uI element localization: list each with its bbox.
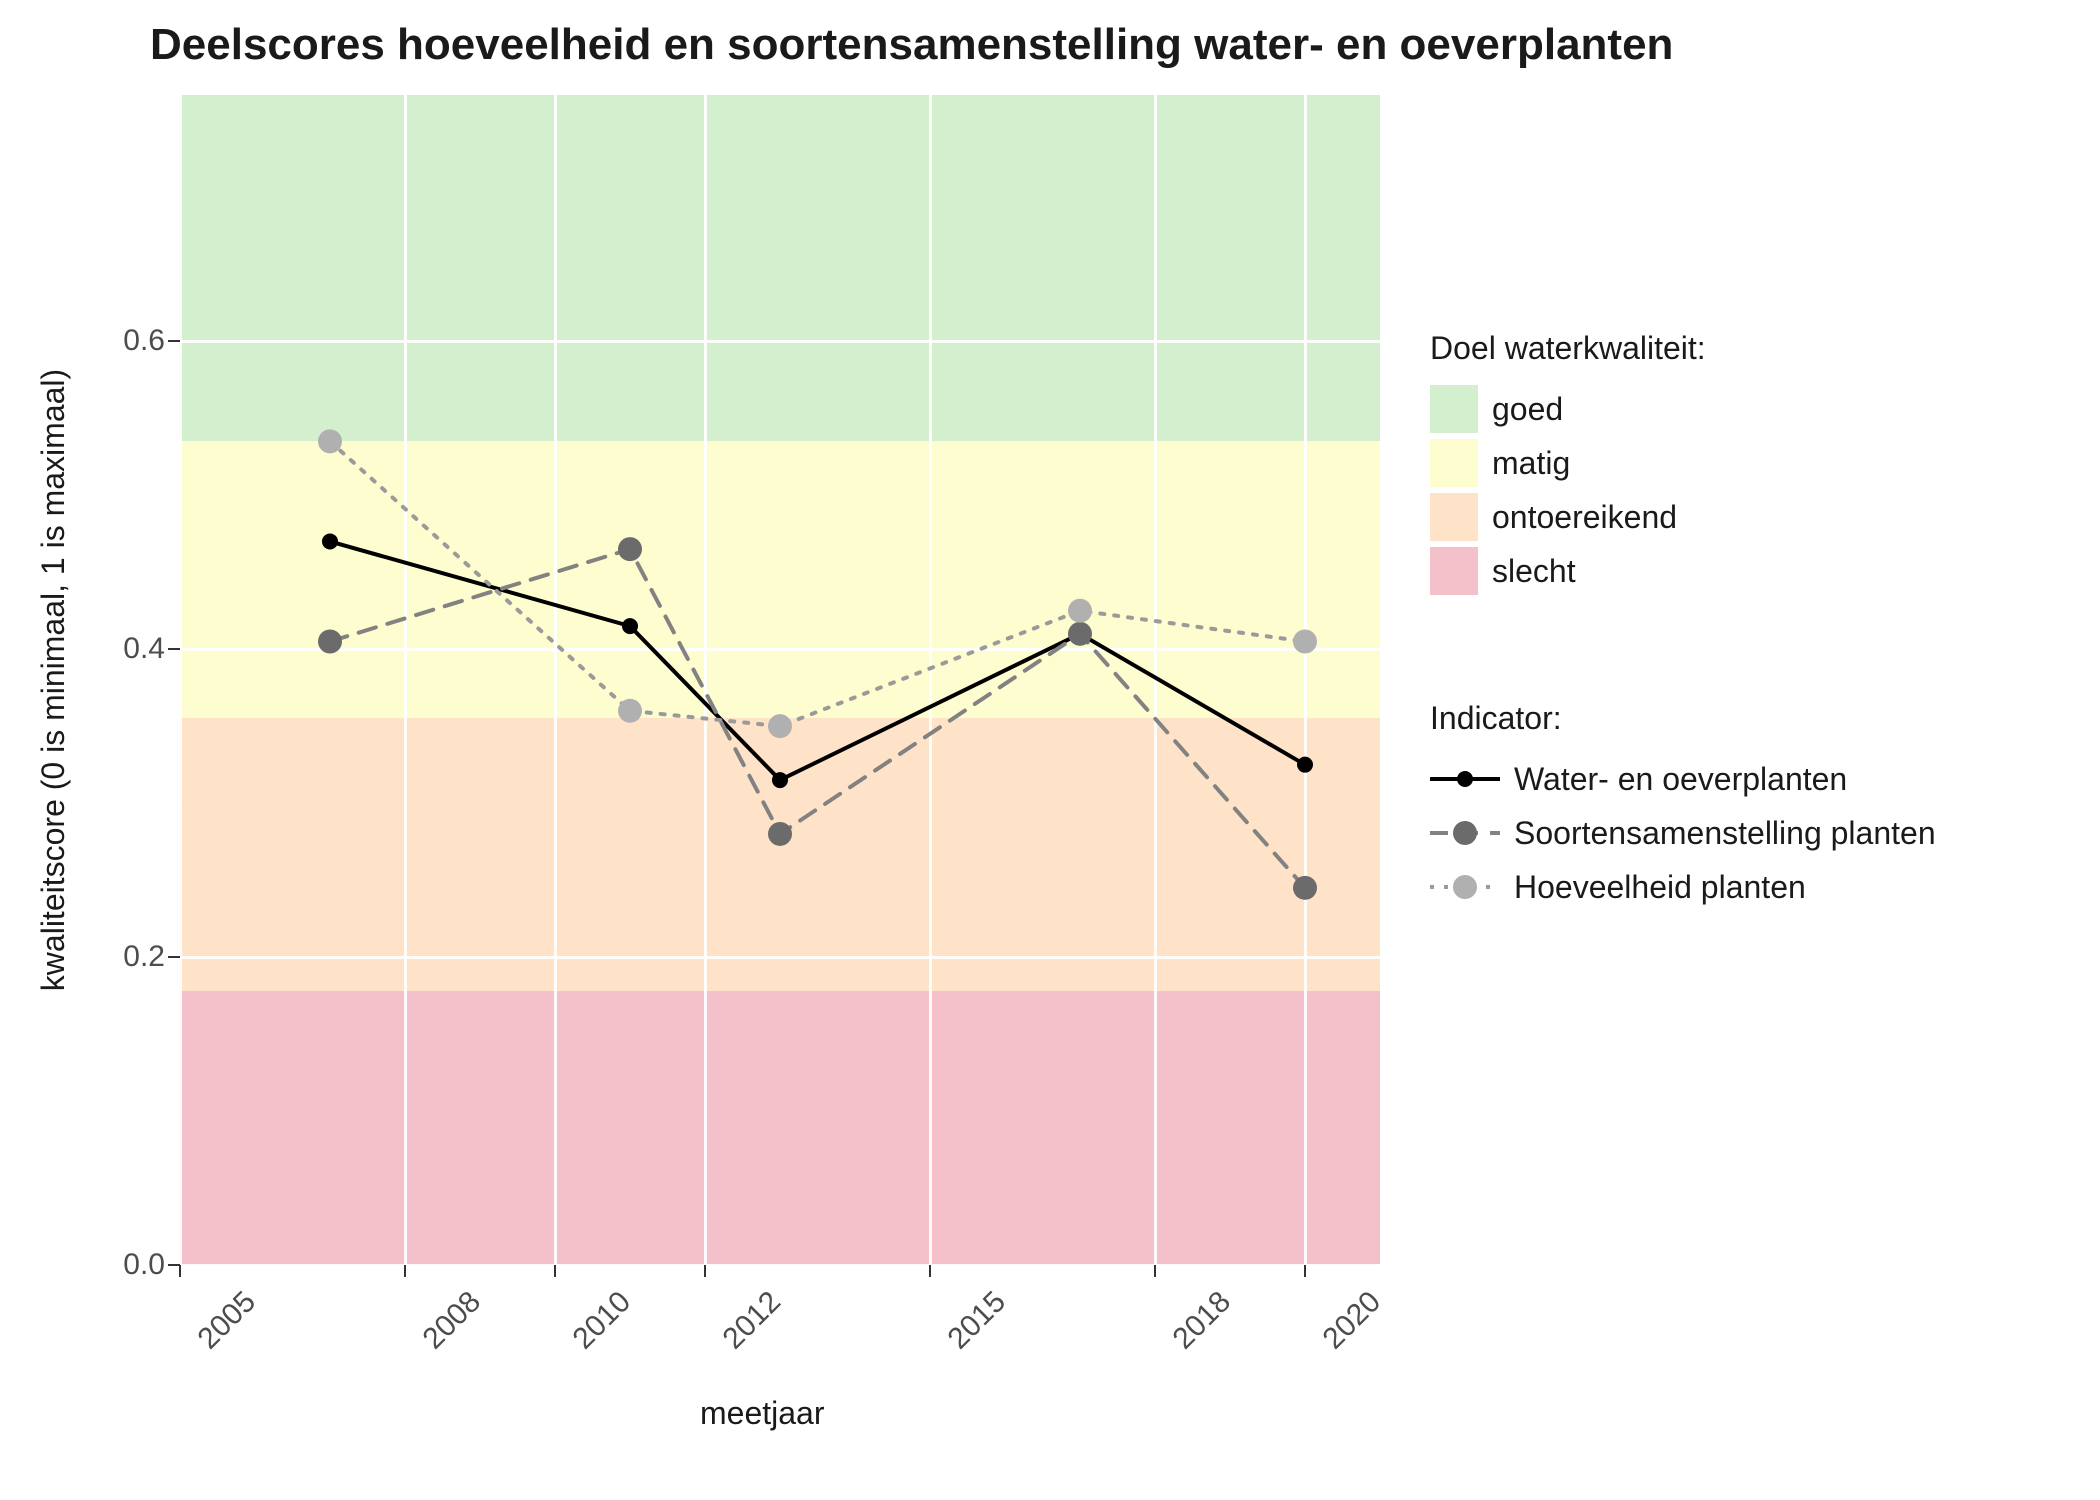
x-tick-label: 2018 bbox=[1167, 1285, 1238, 1356]
x-axis-label: meetjaar bbox=[700, 1395, 825, 1432]
legend-indicator-item: Hoeveelheid planten bbox=[1430, 863, 1936, 911]
legend-indicator: Indicator: Water- en oeverplanten Soorten… bbox=[1430, 700, 1936, 917]
legend-label: Soortensamenstelling planten bbox=[1514, 815, 1936, 852]
y-tick-mark bbox=[168, 956, 180, 958]
plot-svg bbox=[180, 95, 1380, 1265]
series-point bbox=[618, 537, 642, 561]
legend-swatch bbox=[1430, 493, 1478, 541]
y-tick-label: 0.2 bbox=[55, 940, 165, 974]
legend-quality-item: matig bbox=[1430, 439, 1706, 487]
y-tick-mark bbox=[168, 648, 180, 650]
series-point bbox=[318, 630, 342, 654]
legend-swatch bbox=[1430, 547, 1478, 595]
x-tick-mark bbox=[554, 1265, 556, 1277]
x-tick-label: 2020 bbox=[1317, 1285, 1388, 1356]
x-tick-label: 2008 bbox=[417, 1285, 488, 1356]
y-tick-label: 0.6 bbox=[55, 324, 165, 358]
series-point bbox=[622, 618, 638, 634]
series-line bbox=[330, 549, 1305, 888]
series-point bbox=[318, 429, 342, 453]
series-point bbox=[1293, 876, 1317, 900]
legend-label: ontoereikend bbox=[1492, 499, 1677, 536]
x-tick-mark bbox=[404, 1265, 406, 1277]
legend-swatch bbox=[1430, 439, 1478, 487]
x-tick-mark bbox=[929, 1265, 931, 1277]
legend-line-sample bbox=[1430, 863, 1500, 911]
x-tick-mark bbox=[704, 1265, 706, 1277]
x-tick-label: 2010 bbox=[567, 1285, 638, 1356]
x-tick-label: 2015 bbox=[942, 1285, 1013, 1356]
y-axis-label: kwaliteitscore (0 is minimaal, 1 is maxi… bbox=[35, 369, 72, 991]
legend-label: slecht bbox=[1492, 553, 1576, 590]
x-tick-mark bbox=[1154, 1265, 1156, 1277]
series-point bbox=[768, 822, 792, 846]
chart-title: Deelscores hoeveelheid en soortensamenst… bbox=[150, 20, 1673, 70]
series-line bbox=[330, 541, 1305, 780]
legend-quality-title: Doel waterkwaliteit: bbox=[1430, 330, 1706, 367]
x-tick-label: 2005 bbox=[192, 1285, 263, 1356]
legend-line-sample bbox=[1430, 755, 1500, 803]
legend-label: Hoeveelheid planten bbox=[1514, 869, 1806, 906]
x-tick-label: 2012 bbox=[717, 1285, 788, 1356]
legend-label: matig bbox=[1492, 445, 1570, 482]
series-point bbox=[1293, 630, 1317, 654]
x-tick-mark bbox=[179, 1265, 181, 1277]
y-tick-label: 0.4 bbox=[55, 632, 165, 666]
series-point bbox=[768, 714, 792, 738]
legend-indicator-item: Water- en oeverplanten bbox=[1430, 755, 1936, 803]
legend-indicator-item: Soortensamenstelling planten bbox=[1430, 809, 1936, 857]
series-point bbox=[1068, 622, 1092, 646]
legend-quality-item: slecht bbox=[1430, 547, 1706, 595]
legend-line-sample bbox=[1430, 809, 1500, 857]
legend-quality-item: goed bbox=[1430, 385, 1706, 433]
legend-label: goed bbox=[1492, 391, 1563, 428]
x-tick-mark bbox=[1304, 1265, 1306, 1277]
series-point bbox=[1068, 599, 1092, 623]
series-point bbox=[772, 772, 788, 788]
series-point bbox=[322, 533, 338, 549]
legend-label: Water- en oeverplanten bbox=[1514, 761, 1847, 798]
legend-quality: Doel waterkwaliteit: goed matig ontoereike… bbox=[1430, 330, 1706, 601]
chart-figure: Deelscores hoeveelheid en soortensamenst… bbox=[0, 0, 2100, 1500]
legend-indicator-title: Indicator: bbox=[1430, 700, 1936, 737]
legend-swatch bbox=[1430, 385, 1478, 433]
series-point bbox=[618, 699, 642, 723]
y-tick-mark bbox=[168, 340, 180, 342]
y-tick-label: 0.0 bbox=[55, 1248, 165, 1282]
legend-quality-item: ontoereikend bbox=[1430, 493, 1706, 541]
plot-panel bbox=[180, 95, 1380, 1265]
series-point bbox=[1297, 757, 1313, 773]
